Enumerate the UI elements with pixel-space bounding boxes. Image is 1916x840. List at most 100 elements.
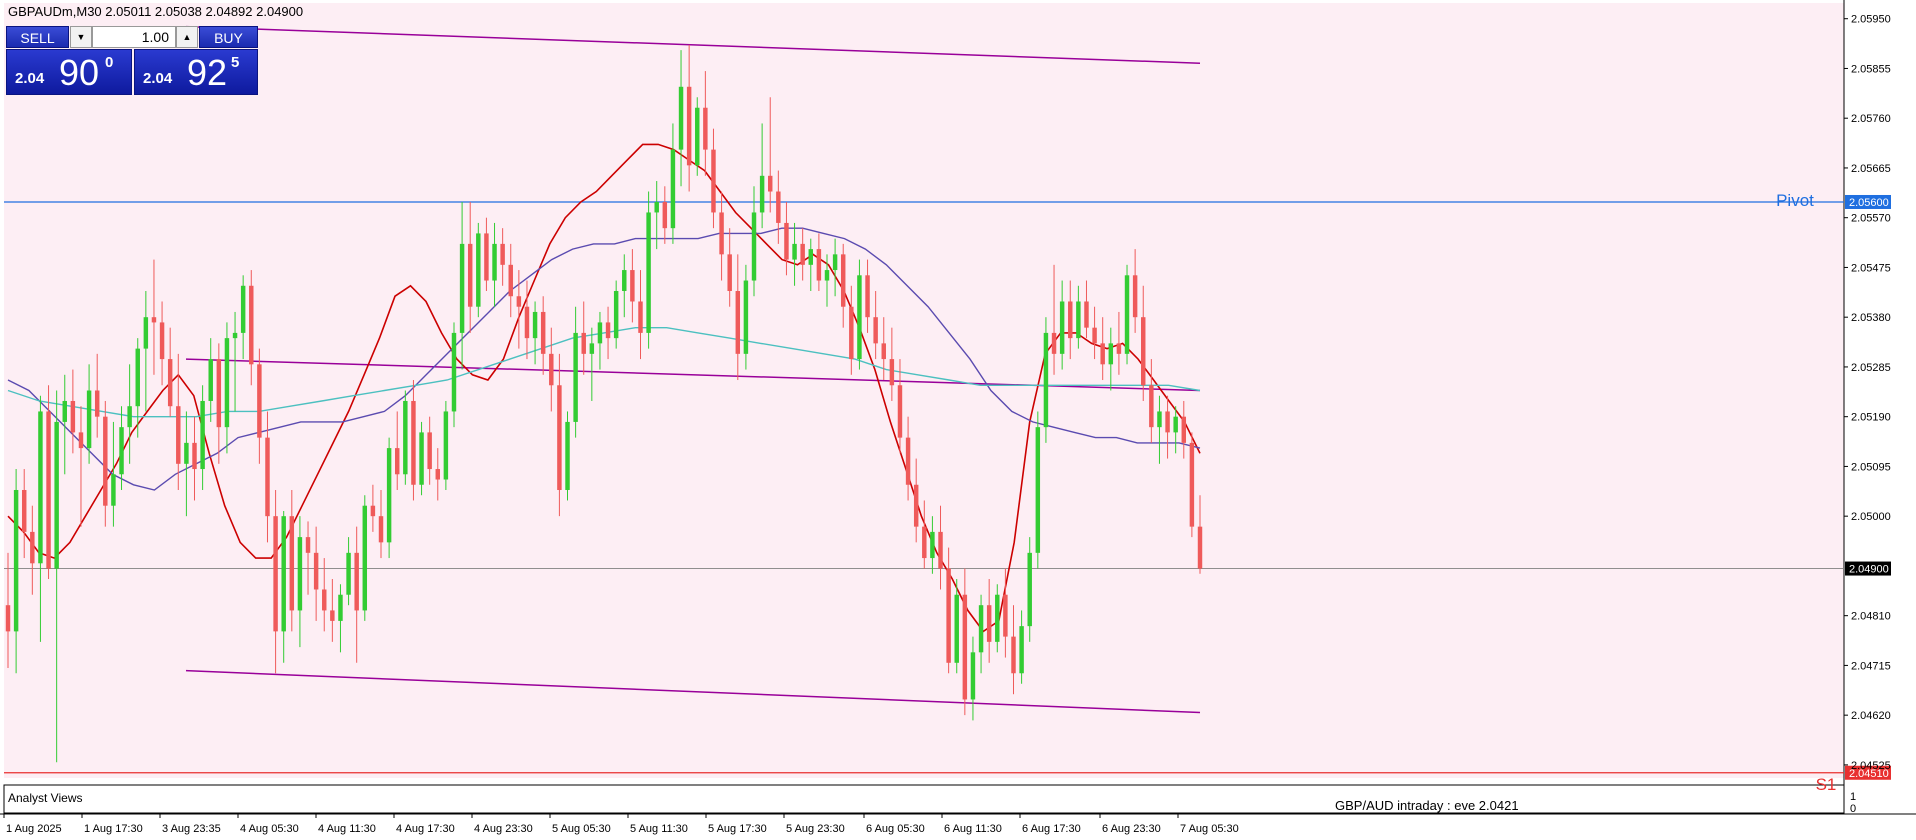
lot-decrease-button[interactable]: ▼ xyxy=(70,26,92,48)
candle-body xyxy=(362,505,368,611)
candle-body xyxy=(370,505,376,517)
price-tick-label: 2.05000 xyxy=(1851,511,1891,523)
candle-body xyxy=(743,280,749,354)
candle-body xyxy=(768,175,773,192)
price-tick-label: 2.04620 xyxy=(1851,710,1891,722)
candle-body xyxy=(54,421,59,569)
candle-body xyxy=(808,249,814,265)
candle-body xyxy=(1157,411,1162,428)
candle-body xyxy=(281,516,286,632)
candle-body xyxy=(532,311,538,339)
candle-body xyxy=(435,469,440,480)
subwindow-scale-bottom: 0 xyxy=(1850,803,1856,815)
level-price-tag-label: 2.04900 xyxy=(1849,564,1889,576)
candle-body xyxy=(1019,626,1024,674)
candle-body xyxy=(597,322,603,344)
time-tick-label: 3 Aug 23:35 xyxy=(162,823,221,835)
candle-body xyxy=(897,385,903,438)
candle-body xyxy=(565,421,570,490)
candle-body xyxy=(622,270,627,292)
candle-body xyxy=(313,552,319,590)
candle-body xyxy=(695,107,700,166)
candle-body xyxy=(1068,301,1073,339)
ask-quote-button[interactable]: 2.04 92 5 xyxy=(134,49,258,95)
candle-body xyxy=(735,291,741,354)
time-tick-label: 5 Aug 23:30 xyxy=(786,823,845,835)
candle-body xyxy=(289,516,295,611)
candle-body xyxy=(216,359,222,428)
candle-body xyxy=(1149,385,1154,428)
candle-body xyxy=(800,243,805,265)
one-click-trading-panel: SELL ▼ 1.00 ▲ BUY 2.04 90 0 2.04 92 5 xyxy=(6,26,258,96)
candle-body xyxy=(330,610,335,621)
candle-body xyxy=(832,254,838,271)
candle-body xyxy=(249,285,254,365)
candle-body xyxy=(176,406,181,464)
candle-body xyxy=(62,400,67,422)
time-tick-label: 4 Aug 17:30 xyxy=(396,823,455,835)
candle-body xyxy=(297,537,303,611)
candle-body xyxy=(192,442,197,470)
time-tick-label: 6 Aug 23:30 xyxy=(1102,823,1161,835)
candle-body xyxy=(159,322,165,360)
lot-size-input[interactable]: 1.00 xyxy=(92,26,176,48)
candle-body xyxy=(86,390,92,449)
price-tick-label: 2.04715 xyxy=(1851,660,1891,672)
candle-body xyxy=(135,348,140,407)
time-tick-label: 7 Aug 05:30 xyxy=(1180,823,1239,835)
candle-body xyxy=(524,306,530,339)
candle-body xyxy=(1132,275,1138,318)
sell-button[interactable]: SELL xyxy=(6,26,69,48)
candle-body xyxy=(1084,301,1089,328)
candle-body xyxy=(1141,317,1146,386)
candle-body xyxy=(516,296,522,307)
candle-body xyxy=(232,332,238,339)
candle-body xyxy=(1051,332,1057,354)
candle-body xyxy=(21,489,27,532)
candle-body xyxy=(484,233,489,281)
candle-body xyxy=(346,552,351,595)
candle-body xyxy=(670,149,676,229)
candle-body xyxy=(589,343,595,354)
time-tick-label: 6 Aug 11:30 xyxy=(944,823,1002,835)
candle-body xyxy=(167,359,173,407)
candle-body xyxy=(451,332,457,412)
candle-body xyxy=(816,249,822,281)
candle-body xyxy=(686,86,692,166)
candle-body xyxy=(411,400,416,485)
candle-body xyxy=(1035,427,1041,553)
candle-body xyxy=(30,531,35,564)
candle-body xyxy=(930,531,935,559)
candle-body xyxy=(103,416,108,506)
lot-increase-button[interactable]: ▲ xyxy=(176,26,198,48)
candle-body xyxy=(1116,343,1122,354)
candle-body xyxy=(962,594,968,700)
price-chart[interactable]: 2.056002.045102.04900 2.059502.058552.05… xyxy=(0,0,1916,840)
candle-body xyxy=(727,254,732,292)
candle-body xyxy=(508,264,513,297)
candle-body xyxy=(492,243,497,281)
candle-body xyxy=(394,448,400,475)
price-tick-label: 2.05475 xyxy=(1851,262,1891,274)
candle-body xyxy=(1076,301,1081,339)
triangle-down-icon: ▼ xyxy=(76,32,86,42)
candle-body xyxy=(849,306,854,360)
candle-body xyxy=(873,317,878,344)
level-price-tag-label: 2.05600 xyxy=(1849,197,1889,209)
candle-body xyxy=(978,605,984,653)
candle-body xyxy=(257,364,262,438)
plot-area xyxy=(4,3,1844,778)
bid-price-prefix: 2.04 xyxy=(15,70,45,87)
candle-body xyxy=(905,437,911,485)
price-tick-label: 2.05760 xyxy=(1851,113,1891,125)
candle-body xyxy=(638,301,643,333)
candle-body xyxy=(305,537,311,553)
candle-body xyxy=(662,201,668,229)
buy-button[interactable]: BUY xyxy=(199,26,258,48)
candle-body xyxy=(792,243,797,260)
candle-body xyxy=(1059,301,1065,354)
candle-body xyxy=(338,594,343,621)
bid-quote-button[interactable]: 2.04 90 0 xyxy=(6,49,132,95)
candle-body xyxy=(946,568,951,663)
candle-body xyxy=(954,594,959,663)
